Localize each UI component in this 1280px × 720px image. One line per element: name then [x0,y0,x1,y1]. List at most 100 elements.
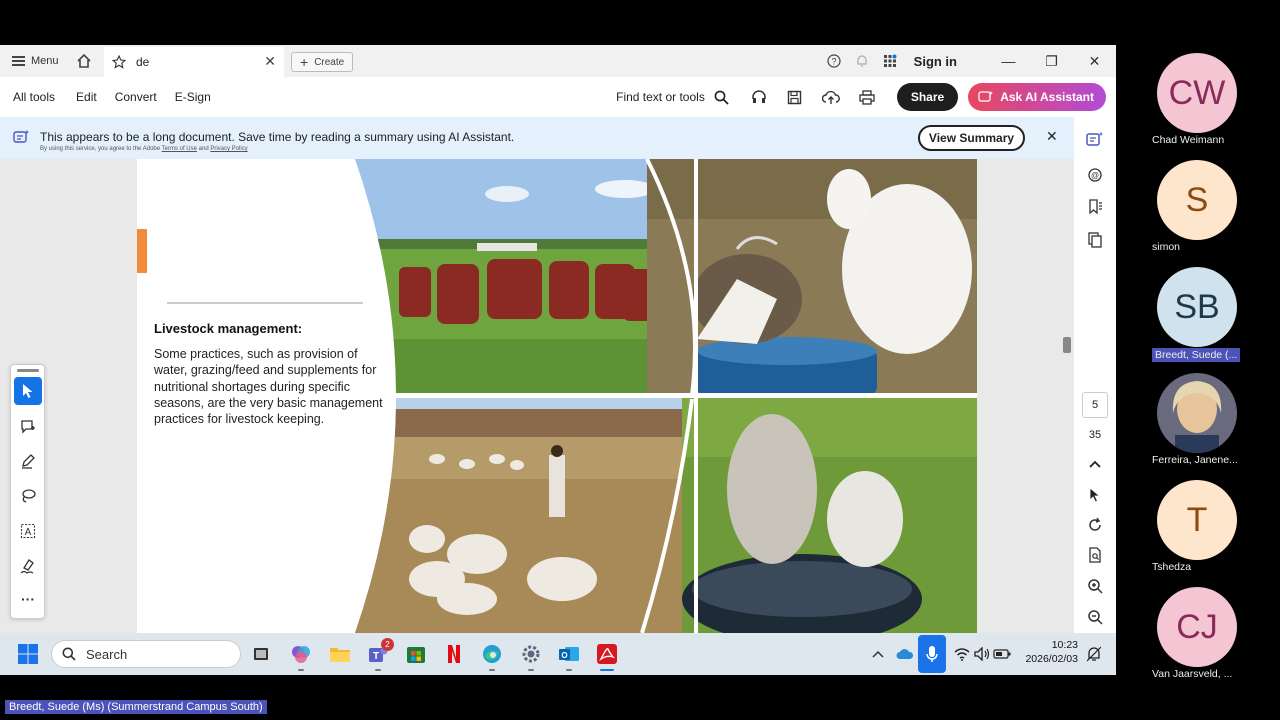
microphone-icon [926,646,938,662]
meeting-stage: Menu de ✕ + Create ? Sign in — ❐ ✕ All t… [0,0,1280,720]
banner-close-icon[interactable]: ✕ [1046,128,1058,145]
terms-of-use-link[interactable]: Terms of Use [162,146,197,152]
pages-rail-icon[interactable] [1085,230,1105,250]
start-button[interactable] [16,642,40,666]
ai-label: Ask AI Assistant [1000,90,1094,104]
tool-edit[interactable]: Edit [60,90,97,104]
highlight-tool-button[interactable] [14,447,42,475]
clock[interactable]: 10:23 2026/02/03 [1024,638,1078,666]
accent-bar [137,229,147,273]
print-icon[interactable] [849,82,885,112]
tab-bar: Menu de ✕ + Create ? Sign in — ❐ ✕ [0,45,1116,77]
save-icon[interactable] [777,82,813,112]
participant-avatar: S [1157,160,1237,240]
headphones-icon[interactable] [741,82,777,112]
drag-handle[interactable] [17,369,39,372]
participant-tile[interactable]: S simon [1152,160,1252,265]
settings-app-icon[interactable] [519,642,543,671]
tab-close-icon[interactable]: ✕ [264,53,276,70]
cursor-arrow-icon [23,384,33,398]
tool-esign[interactable]: E-Sign [162,90,211,104]
battery-icon[interactable] [990,642,1014,666]
minimize-button[interactable]: — [987,45,1030,77]
clock-time: 10:23 [1051,639,1078,651]
tool-all-tools[interactable]: All tools [0,90,55,104]
zoom-out-icon[interactable] [1085,607,1105,627]
previous-page-icon[interactable] [1085,454,1105,474]
privacy-policy-link[interactable]: Privacy Policy [210,146,247,152]
create-button[interactable]: + Create [291,52,354,72]
menu-button[interactable]: Menu [0,45,69,77]
select-tool-button[interactable] [14,377,42,405]
upload-cloud-icon[interactable] [813,82,849,112]
search-icon [62,647,76,661]
text-box-tool-button[interactable]: A [14,517,42,545]
bell-icon[interactable] [848,45,876,77]
comments-rail-icon[interactable]: @ [1085,165,1105,185]
view-summary-button[interactable]: View Summary [918,125,1025,151]
menu-label: Menu [31,55,59,67]
star-icon [112,55,126,69]
help-icon[interactable]: ? [820,45,848,77]
file-explorer-icon[interactable] [328,642,352,666]
participant-avatar: CJ [1157,587,1237,667]
right-rail: @ 5 35 [1074,117,1116,633]
ai-assistant-icon [13,130,29,143]
participant-name: Van Jaarsveld, ... [1152,668,1233,680]
banner-subtext: By using this service, you agree to the … [40,146,248,152]
microsoft-store-icon[interactable] [404,642,428,666]
participant-avatar: CW [1157,53,1237,133]
m365-app-icon[interactable] [289,642,313,671]
edge-browser-icon[interactable] [480,642,504,671]
bookmarks-rail-icon[interactable] [1085,197,1105,217]
find-label[interactable]: Find text or tools [616,90,705,104]
home-button[interactable] [69,45,99,77]
rotate-icon[interactable] [1085,515,1105,535]
zoom-in-icon[interactable] [1085,576,1105,596]
current-page-input[interactable]: 5 [1082,392,1108,418]
total-pages: 35 [1088,429,1102,441]
comment-tool-button[interactable] [14,412,42,440]
participant-tile[interactable]: SB Breedt, Suede (... [1152,267,1252,372]
svg-text:A: A [25,527,32,538]
windows-logo-icon [18,644,38,664]
tool-convert[interactable]: Convert [102,90,157,104]
participant-tile[interactable]: T Tshedza [1152,480,1252,585]
outlook-app-icon[interactable]: O [557,642,581,671]
close-window-button[interactable]: ✕ [1073,45,1116,77]
more-dots-icon: ··· [21,591,35,607]
chevron-up-icon[interactable] [866,642,890,666]
task-view-button[interactable] [249,642,273,666]
microphone-button[interactable] [918,635,946,673]
participant-tile[interactable]: CW Chad Weimann [1152,53,1252,158]
apps-grid-icon[interactable] [876,45,904,77]
notification-bell-icon[interactable] [1082,642,1106,666]
more-tools-button[interactable]: ··· [14,585,42,613]
participant-name: Chad Weimann [1152,134,1225,146]
teams-notification-badge: 2 [381,638,394,651]
svg-text:O: O [561,651,567,660]
document-viewport[interactable]: Livestock management: Some practices, su… [0,159,1074,633]
running-indicator [298,669,304,671]
teams-app-icon[interactable]: T 2 [366,638,394,671]
netflix-app-icon[interactable] [442,642,466,666]
next-page-icon[interactable] [1085,485,1105,505]
ai-assistant-rail-icon[interactable] [1085,129,1105,149]
participant-tile[interactable]: Ferreira, Janene... [1152,373,1252,478]
page-search-icon[interactable] [1085,545,1105,565]
taskbar-search-box[interactable]: Search [51,640,241,668]
clock-date: 2026/02/03 [1025,653,1078,665]
vertical-scrollbar-thumb[interactable] [1063,337,1071,353]
sign-in-button[interactable]: Sign in [904,54,987,69]
comment-add-icon [21,420,35,434]
onedrive-cloud-icon[interactable] [893,642,917,666]
draw-tool-button[interactable] [14,482,42,510]
share-button[interactable]: Share [896,83,959,111]
participant-tile[interactable]: CJ Van Jaarsveld, ... [1152,587,1252,692]
ask-ai-assistant-button[interactable]: Ask AI Assistant [968,83,1106,111]
search-icon[interactable] [711,82,733,112]
document-tab[interactable]: de ✕ [104,47,284,77]
restore-button[interactable]: ❐ [1030,45,1073,77]
sign-tool-button[interactable] [14,552,42,580]
acrobat-app-icon[interactable] [595,642,619,671]
